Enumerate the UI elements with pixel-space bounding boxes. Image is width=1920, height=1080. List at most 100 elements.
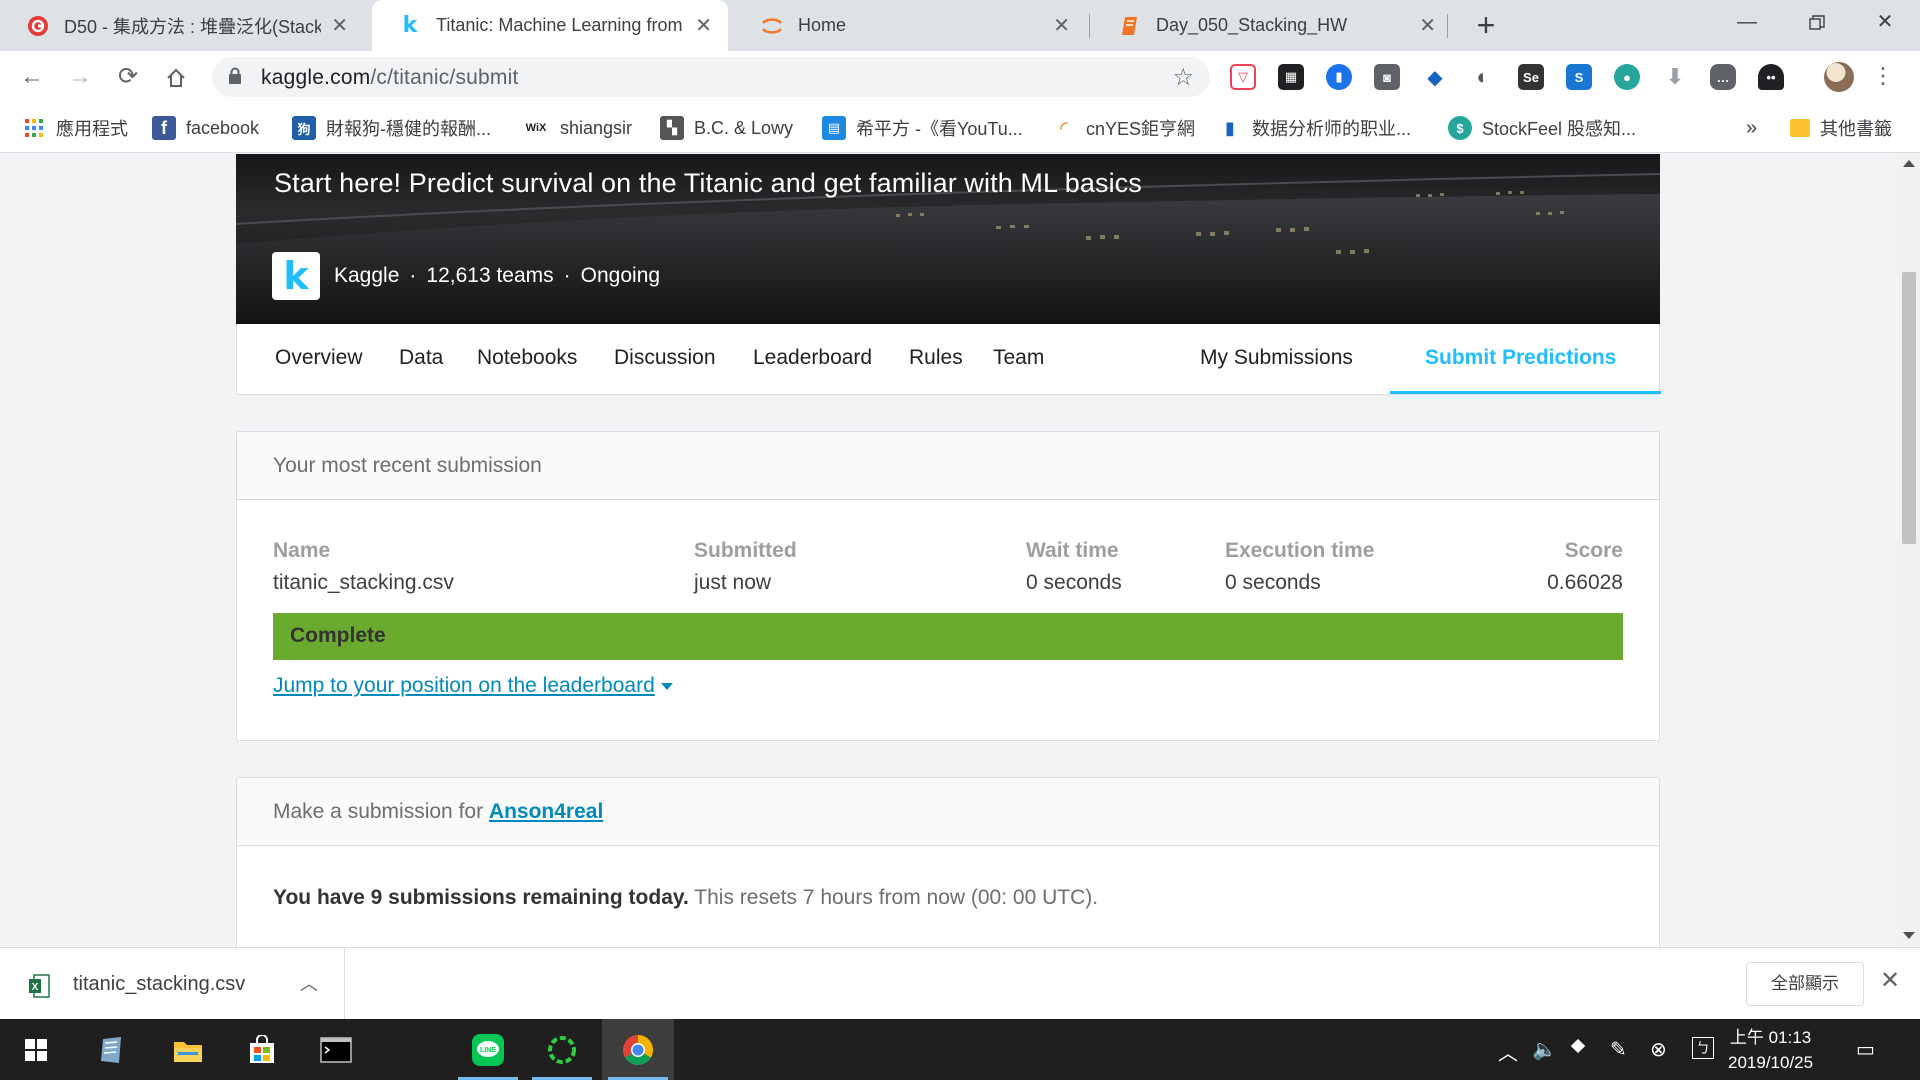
ime-icon[interactable]: ㄅ xyxy=(1692,1037,1714,1059)
column-execution-time: Execution time 0 seconds xyxy=(1225,539,1374,595)
show-all-downloads-button[interactable]: 全部顯示 xyxy=(1746,962,1864,1006)
taskbar-app-file-explorer[interactable] xyxy=(152,1019,224,1080)
bookmark-shiangsir[interactable]: WiX shiangsir xyxy=(522,115,632,141)
tab-notebooks[interactable]: Notebooks xyxy=(477,346,577,370)
competition-teams: 12,613 teams xyxy=(426,264,554,287)
tab-close-icon[interactable]: ✕ xyxy=(1053,13,1070,38)
address-bar[interactable]: kaggle.com/c/titanic/submit ☆ xyxy=(212,57,1210,97)
jump-to-leaderboard-link[interactable]: Jump to your position on the leaderboard xyxy=(273,674,673,698)
page-scrollbar[interactable] xyxy=(1898,154,1920,947)
tab-d50[interactable]: D50 - 集成方法 : 堆疊泛化(Stack ✕ xyxy=(0,0,364,51)
windows-taskbar: LINE ︿ 🔈 ⯁ ✎ ⊗ ㄅ 上午 01:13 2019/10/25 ▭ xyxy=(0,1019,1920,1080)
tab-overview[interactable]: Overview xyxy=(275,346,363,370)
url-host: kaggle.com xyxy=(261,66,371,89)
graduation-extension-icon[interactable]: ◆ xyxy=(1422,64,1448,90)
bookmark-extension-icon[interactable]: ▮ xyxy=(1326,64,1352,90)
close-window-button[interactable]: ✕ xyxy=(1850,0,1920,44)
pocket-extension-icon[interactable]: ▽ xyxy=(1230,64,1256,90)
bookmark-bclowy[interactable]: ▚ B.C. & Lowy xyxy=(660,115,793,141)
column-submitted: Submitted just now xyxy=(694,539,797,595)
tab-close-icon[interactable]: ✕ xyxy=(1419,13,1436,38)
pen-icon[interactable]: ✎ xyxy=(1610,1037,1627,1062)
back-button[interactable]: ← xyxy=(14,59,50,95)
hopenglish-icon: ▤ xyxy=(822,116,846,140)
clock-date: 2019/10/25 xyxy=(1728,1053,1814,1072)
tab-discussion[interactable]: Discussion xyxy=(614,346,716,370)
volume-icon[interactable]: 🔈 xyxy=(1532,1037,1557,1062)
taskbar-app-line[interactable]: LINE xyxy=(452,1019,524,1080)
tab-submit-predictions[interactable]: Submit Predictions xyxy=(1425,346,1616,370)
bookmark-cnyes[interactable]: ◜ cnYES鉅亨網 xyxy=(1052,115,1195,141)
s-extension-icon[interactable]: S xyxy=(1566,64,1592,90)
statementdog-icon: 狗 xyxy=(292,116,316,140)
profile-avatar[interactable] xyxy=(1824,62,1854,92)
screenshot-extension-icon[interactable]: ◙ xyxy=(1374,64,1400,90)
column-wait-time: Wait time 0 seconds xyxy=(1026,539,1122,595)
submissions-remaining-text: You have 9 submissions remaining today. … xyxy=(273,886,1098,910)
tab-my-submissions[interactable]: My Submissions xyxy=(1200,346,1353,370)
svg-text:X: X xyxy=(32,982,39,993)
taskbar-clock[interactable]: 上午 01:13 2019/10/25 xyxy=(1728,1025,1813,1075)
competition-host[interactable]: Kaggle xyxy=(334,264,399,288)
taskbar-app-chrome[interactable] xyxy=(602,1019,674,1080)
bookmark-stockfeel[interactable]: $ StockFeel 股感知... xyxy=(1448,115,1636,141)
scroll-down-arrow-icon[interactable] xyxy=(1903,932,1915,939)
browser-menu-icon[interactable]: ⋮ xyxy=(1872,61,1894,91)
bookmark-star-icon[interactable]: ☆ xyxy=(1172,63,1194,92)
calculator-extension-icon[interactable]: ▦ xyxy=(1278,64,1304,90)
other-bookmarks-folder[interactable]: 其他書籤 xyxy=(1790,115,1892,141)
caret-down-icon xyxy=(660,682,673,690)
tab-leaderboard[interactable]: Leaderboard xyxy=(753,346,872,370)
tab-team[interactable]: Team xyxy=(993,346,1044,370)
chat-extension-icon[interactable]: … xyxy=(1710,64,1736,90)
reload-button[interactable]: ⟳ xyxy=(110,59,146,95)
eye-extension-icon[interactable]: ● xyxy=(1614,64,1640,90)
chevron-up-icon[interactable]: ︿ xyxy=(300,970,318,996)
restore-button[interactable] xyxy=(1782,0,1852,44)
kaggle-favicon-icon: k xyxy=(402,13,418,38)
taskbar-app-notes[interactable] xyxy=(76,1019,148,1080)
new-tab-button[interactable]: + xyxy=(1468,8,1504,44)
download-item[interactable]: X titanic_stacking.csv ︿ xyxy=(0,948,345,1020)
tab-rules[interactable]: Rules xyxy=(909,346,963,370)
start-button[interactable] xyxy=(0,1019,72,1080)
minimize-button[interactable]: — xyxy=(1712,0,1782,44)
tab-close-icon[interactable]: ✕ xyxy=(695,13,712,38)
terminal-app-icon xyxy=(320,1036,352,1063)
tab-data[interactable]: Data xyxy=(399,346,443,370)
bookmark-hopenglish[interactable]: ▤ 希平方 -《看YouTu... xyxy=(822,115,1023,141)
bookmark-facebook[interactable]: f facebook xyxy=(152,115,259,141)
apps-grid-icon xyxy=(22,116,46,140)
tab-separator xyxy=(1447,14,1448,38)
bookmark-statementdog[interactable]: 狗 財報狗-穩健的報酬... xyxy=(292,115,491,141)
tab-close-icon[interactable]: ✕ xyxy=(331,13,348,38)
ghost-extension-icon[interactable]: •• xyxy=(1758,64,1784,90)
forward-button[interactable]: → xyxy=(62,59,98,95)
chrome-app-icon xyxy=(622,1034,654,1065)
bookmarks-overflow-button[interactable]: » xyxy=(1746,115,1757,141)
tab-home[interactable]: Home ✕ xyxy=(734,0,1086,51)
bookmark-label: B.C. & Lowy xyxy=(694,117,794,138)
circle-extension-icon[interactable]: ◐ xyxy=(1470,64,1496,90)
scroll-up-arrow-icon[interactable] xyxy=(1903,160,1915,167)
tab-title: D50 - 集成方法 : 堆疊泛化(Stack xyxy=(64,16,322,37)
team-username-link[interactable]: Anson4real xyxy=(489,800,603,823)
tab-title: Home xyxy=(798,15,847,35)
taskbar-app-terminal[interactable] xyxy=(300,1019,372,1080)
close-shelf-icon[interactable]: ✕ xyxy=(1880,966,1900,995)
home-button[interactable] xyxy=(158,59,194,95)
scrollbar-thumb[interactable] xyxy=(1902,272,1916,544)
bookmark-data-analyst[interactable]: ▮ 数据分析师的职业... xyxy=(1218,115,1411,141)
tab-day050[interactable]: Day_050_Stacking_HW ✕ xyxy=(1092,0,1452,51)
tab-titanic[interactable]: k Titanic: Machine Learning from ✕ xyxy=(372,0,728,51)
download-extension-icon[interactable]: ⬇ xyxy=(1662,64,1688,90)
tray-overflow-icon[interactable]: ︿ xyxy=(1498,1037,1518,1066)
selenium-extension-icon[interactable]: Se xyxy=(1518,64,1544,90)
taskbar-app-loader[interactable] xyxy=(526,1019,598,1080)
bookmark-apps[interactable]: 應用程式 xyxy=(22,115,128,141)
network-status-icon[interactable]: ⊗ xyxy=(1650,1037,1667,1062)
notification-center-icon[interactable]: ▭ xyxy=(1856,1037,1875,1062)
dropbox-icon[interactable]: ⯁ xyxy=(1570,1037,1586,1060)
taskbar-app-store[interactable] xyxy=(226,1019,298,1080)
tab-strip: D50 - 集成方法 : 堆疊泛化(Stack ✕ k Titanic: Mac… xyxy=(0,0,1920,51)
